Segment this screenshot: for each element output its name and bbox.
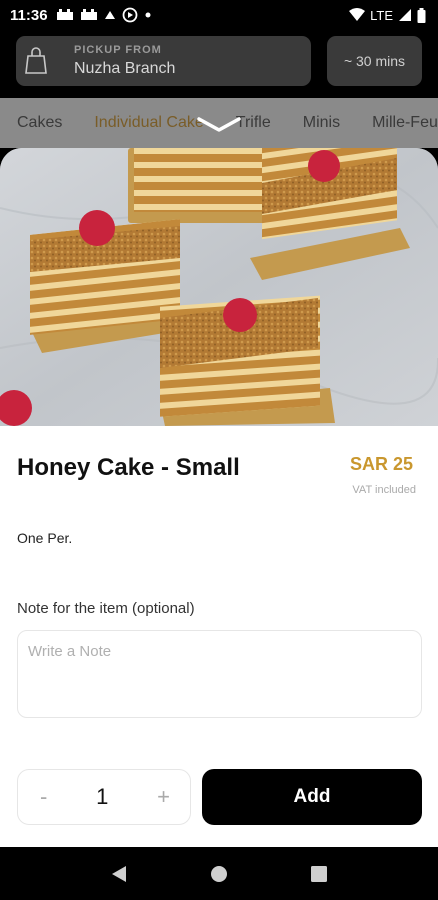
product-description: One Per. — [17, 530, 73, 546]
branch-name: Nuzha Branch — [74, 60, 176, 77]
add-button[interactable]: Add — [202, 769, 422, 825]
app-notification-icon — [80, 9, 97, 20]
battery-icon — [417, 7, 426, 23]
decrement-button[interactable]: - — [40, 784, 47, 810]
tab-mille-feuille[interactable]: Mille-Feu — [355, 114, 438, 132]
product-price: SAR 25 — [349, 454, 413, 474]
header: PICKUP FROM Nuzha Branch ~ 30 mins — [0, 30, 438, 98]
quantity-value: 1 — [96, 784, 109, 809]
status-time: 11:36 — [10, 6, 48, 24]
product-image — [0, 148, 438, 426]
tab-cakes[interactable]: Cakes — [0, 114, 77, 132]
pickup-selector[interactable]: PICKUP FROM Nuzha Branch — [16, 36, 311, 86]
product-title: Honey Cake - Small — [17, 454, 240, 481]
note-input[interactable] — [17, 630, 422, 718]
note-label: Note for the item (optional) — [17, 600, 195, 617]
home-icon[interactable] — [209, 864, 229, 884]
signal-icon — [399, 9, 411, 21]
dot-icon — [145, 12, 151, 18]
eta-badge[interactable]: ~ 30 mins — [327, 36, 422, 86]
eta-text: ~ 30 mins — [343, 53, 406, 69]
shopping-bag-icon — [16, 47, 56, 75]
app-notification-icon — [56, 9, 73, 20]
chevron-down-icon[interactable] — [196, 116, 242, 134]
vat-note: VAT included — [352, 484, 416, 496]
sync-icon — [122, 7, 137, 23]
tab-minis[interactable]: Minis — [286, 114, 355, 132]
network-type: LTE — [370, 7, 393, 23]
quantity-stepper: - 1 + — [17, 769, 191, 825]
wifi-icon — [349, 8, 366, 21]
status-bar: 11:36 LTE — [0, 0, 438, 30]
pickup-label: PICKUP FROM — [74, 44, 162, 56]
system-icons: LTE — [349, 7, 426, 23]
cloud-icon — [104, 11, 115, 19]
pickup-text: PICKUP FROM Nuzha Branch — [74, 44, 175, 78]
back-icon[interactable] — [110, 864, 128, 884]
system-nav-bar — [0, 847, 438, 900]
product-sheet: Honey Cake - Small SAR 25 VAT included O… — [0, 426, 438, 847]
notification-icons — [56, 7, 152, 23]
recents-icon[interactable] — [310, 865, 328, 883]
increment-button[interactable]: + — [157, 784, 170, 810]
